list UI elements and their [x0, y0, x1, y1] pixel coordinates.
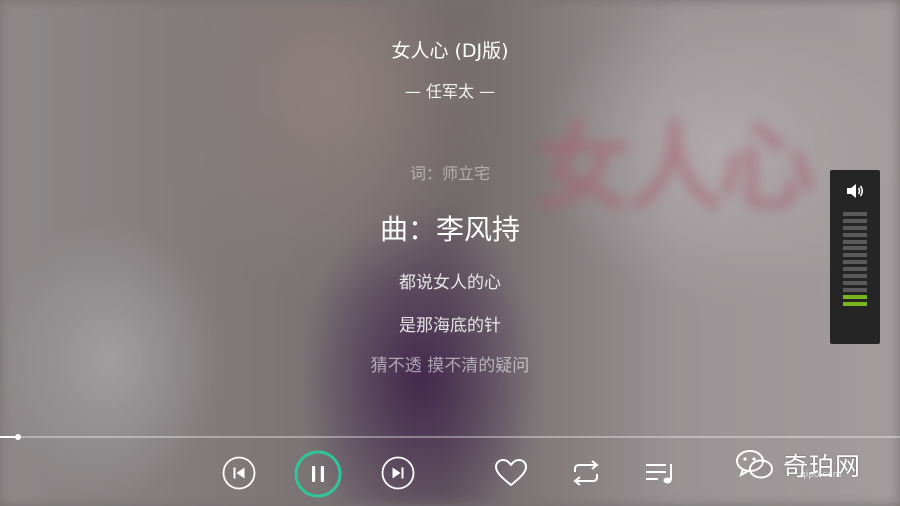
wechat-icon [736, 450, 773, 479]
volume-step[interactable] [843, 239, 867, 244]
song-artist: — 任军太 — [404, 82, 496, 101]
next-icon [381, 456, 415, 490]
repeat-button[interactable] [567, 458, 605, 488]
lyric-line-current: 曲：李风持 [379, 213, 520, 246]
volume-step[interactable] [843, 246, 867, 251]
repeat-icon [573, 460, 599, 486]
volume-level-bars[interactable] [843, 212, 867, 308]
speaker-icon [847, 184, 864, 198]
volume-step[interactable] [843, 301, 867, 306]
progress-bar[interactable] [0, 434, 900, 440]
volume-step[interactable] [843, 260, 867, 265]
volume-step[interactable] [843, 274, 867, 279]
pause-icon [294, 450, 342, 498]
previous-button[interactable] [222, 456, 256, 490]
lyric-line: 词：师立宅 [409, 164, 490, 183]
background-dim-overlay [0, 0, 900, 506]
volume-step[interactable] [843, 294, 867, 299]
heart-icon [495, 459, 527, 486]
playlist-button[interactable] [642, 458, 680, 488]
volume-step[interactable] [843, 212, 867, 216]
volume-panel[interactable] [830, 170, 880, 344]
volume-step[interactable] [843, 232, 867, 237]
playlist-icon [646, 464, 672, 484]
lyric-line: 是那海底的针 [399, 316, 501, 336]
progress-knob[interactable] [15, 434, 21, 440]
lyric-line: 猜不透 摸不清的疑问 [370, 356, 530, 376]
play-pause-button[interactable] [294, 450, 342, 498]
lyric-line: 都说女人的心 [399, 273, 501, 293]
watermark: 奇珀网 [735, 440, 895, 490]
next-button[interactable] [381, 456, 415, 490]
volume-step[interactable] [843, 253, 867, 258]
volume-step[interactable] [843, 225, 867, 230]
volume-step[interactable] [843, 280, 867, 285]
watermark-subtext: qipo.com [800, 470, 842, 480]
favorite-button[interactable] [493, 457, 529, 489]
previous-icon [222, 456, 256, 490]
song-title: 女人心 (DJ版) [391, 40, 509, 62]
volume-step[interactable] [843, 218, 867, 223]
volume-step[interactable] [843, 267, 867, 272]
volume-step[interactable] [843, 287, 867, 292]
